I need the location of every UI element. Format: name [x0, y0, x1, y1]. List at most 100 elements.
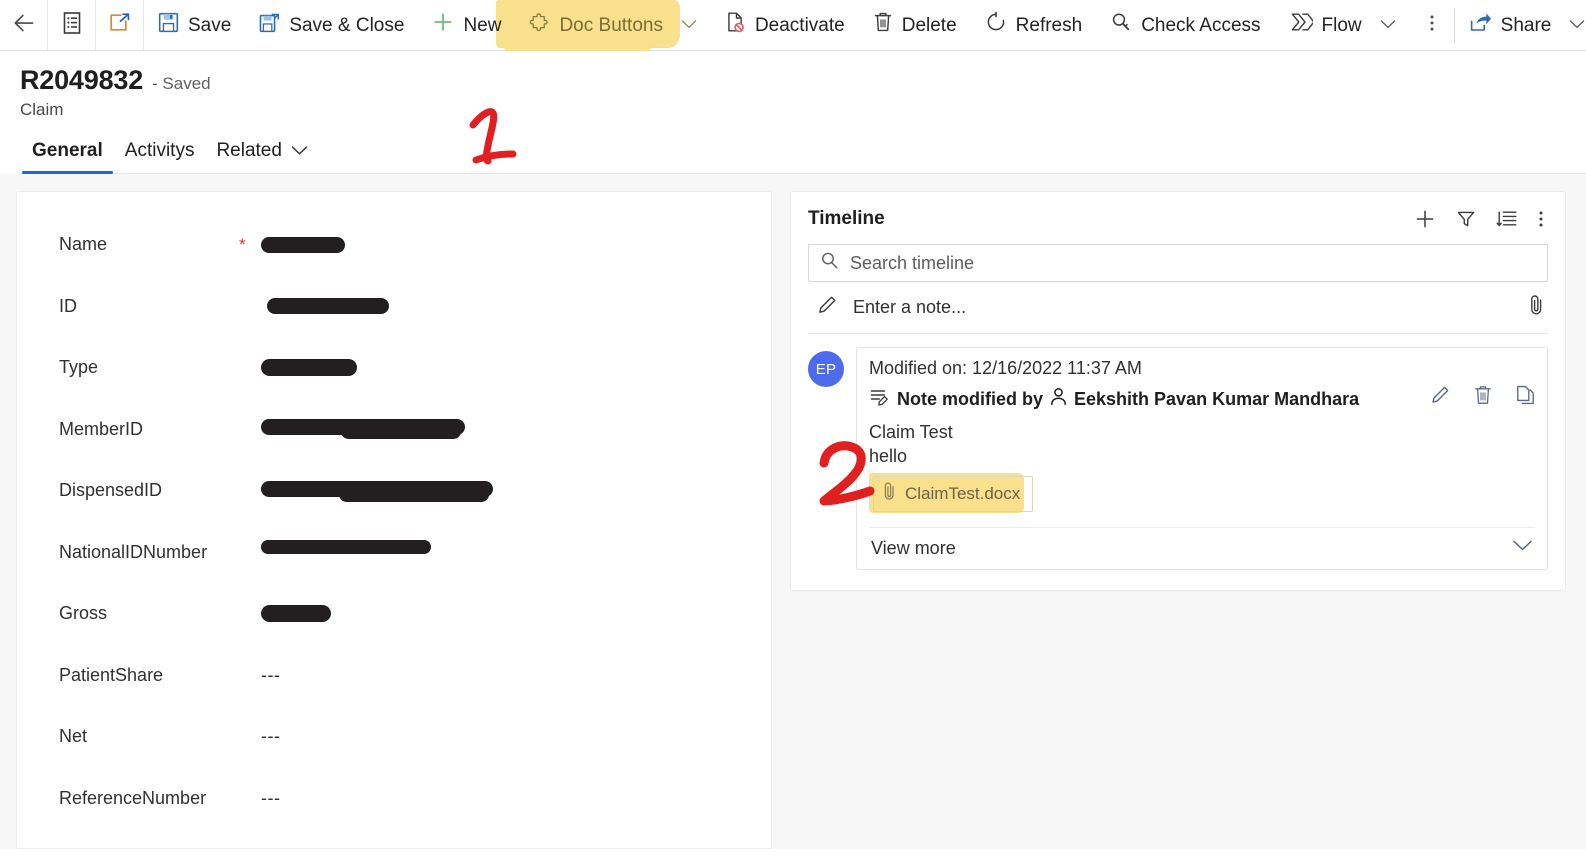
- field-label-patientshare: PatientShare: [59, 664, 164, 685]
- refresh-icon: [985, 11, 1007, 39]
- timeline-entry-footer: View more: [869, 526, 1535, 569]
- trash-icon: [873, 11, 893, 39]
- command-bar-overflow-button[interactable]: [1410, 0, 1454, 50]
- attachment-chip[interactable]: ClaimTest.docx: [873, 475, 1034, 512]
- timeline-header-actions: [1414, 208, 1548, 230]
- save-button-label: Save: [188, 14, 232, 36]
- timeline-create-record-button[interactable]: [1414, 208, 1436, 230]
- timeline-search-input[interactable]: Search timeline: [808, 244, 1548, 282]
- save-and-close-button[interactable]: Save & Close: [245, 0, 418, 50]
- copy-note-button[interactable]: [1515, 384, 1537, 411]
- timeline-panel: Timeline Search timeline Enter a note...…: [790, 191, 1566, 591]
- new-button[interactable]: New: [418, 0, 515, 50]
- tab-activitys-label: Activitys: [124, 140, 195, 161]
- view-more-button[interactable]: View more: [871, 538, 956, 559]
- command-bar-left-group: Save Save & Close New Doc Buttons Deacti…: [0, 0, 1454, 50]
- back-arrow-icon: [11, 10, 37, 41]
- redaction-mark: [261, 604, 331, 622]
- field-row-dispensedid: DispensedID: [17, 460, 771, 522]
- field-value-referencenumber[interactable]: ---: [261, 783, 771, 813]
- tab-general[interactable]: General: [21, 136, 114, 174]
- field-value-gross[interactable]: [261, 599, 771, 629]
- field-label-nationalidnumber: NationalIDNumber: [59, 541, 208, 562]
- field-label-name: Name: [59, 234, 108, 255]
- record-header: R2049832 - Saved Claim General Activitys…: [0, 51, 1586, 174]
- field-value-type[interactable]: [261, 353, 771, 383]
- command-bar: Save Save & Close New Doc Buttons Deacti…: [0, 0, 1586, 52]
- paperclip-icon: [1531, 295, 1542, 315]
- person-icon: [1050, 387, 1067, 411]
- chevron-down-icon: [1513, 541, 1532, 551]
- field-value-text: ---: [261, 787, 281, 808]
- timeline-attachment-wrapper: ClaimTest.docx: [869, 472, 1042, 518]
- edit-note-button[interactable]: [1429, 384, 1451, 411]
- field-value-memberid[interactable]: [261, 414, 771, 444]
- timeline-search-placeholder: Search timeline: [850, 252, 975, 273]
- timeline-more-commands-button[interactable]: [1538, 208, 1544, 230]
- redaction-mark: [261, 236, 345, 253]
- field-label-memberid: MemberID: [59, 418, 144, 439]
- ellipsis-vertical-icon: [1429, 12, 1435, 39]
- paperclip-icon: [883, 481, 896, 507]
- field-row-nationalidnumber: NationalIDNumber: [17, 522, 771, 584]
- field-label-dispensedid: DispensedID: [59, 480, 163, 501]
- check-access-button[interactable]: Check Access: [1096, 0, 1274, 50]
- timeline-note-composer[interactable]: Enter a note...: [808, 282, 1548, 334]
- timeline-sort-button[interactable]: [1496, 209, 1518, 229]
- field-value-net[interactable]: ---: [261, 722, 771, 752]
- field-value-id[interactable]: [261, 291, 771, 321]
- command-bar-right-group: Share: [1453, 0, 1586, 50]
- popout-button[interactable]: [96, 0, 144, 50]
- field-value-nationalidnumber[interactable]: [261, 537, 771, 567]
- share-button-label: Share: [1500, 14, 1552, 36]
- form-list-icon: [61, 11, 83, 40]
- tab-related[interactable]: Related: [205, 136, 319, 173]
- filter-icon: [1457, 211, 1475, 227]
- timeline-entry-user-name: Eekshith Pavan Kumar Mandhara: [1074, 388, 1360, 409]
- chevron-down-icon: [1569, 14, 1585, 36]
- field-label-type: Type: [59, 357, 99, 378]
- attachment-filename: ClaimTest.docx: [905, 483, 1021, 503]
- general-tab-form-section: Name * ID Type MemberID DispensedID Nati…: [16, 191, 772, 849]
- flow-icon: [1289, 11, 1315, 39]
- doc-buttons-button-label: Doc Buttons: [559, 14, 663, 36]
- delete-button[interactable]: Delete: [859, 0, 971, 50]
- chevron-down-icon: [681, 14, 697, 36]
- field-value-dispensedid[interactable]: [261, 476, 771, 506]
- form-selector-button[interactable]: [48, 0, 96, 50]
- attach-file-button[interactable]: [1529, 293, 1544, 322]
- expand-entry-button[interactable]: [1512, 539, 1533, 557]
- timeline-entry-card: Modified on: 12/16/2022 11:37 AM Note mo…: [856, 347, 1548, 570]
- pencil-icon: [1432, 386, 1449, 403]
- flow-button[interactable]: Flow: [1275, 0, 1410, 50]
- timeline-filter-button[interactable]: [1456, 209, 1476, 229]
- note-icon: [869, 386, 890, 412]
- search-icon: [820, 251, 839, 275]
- tab-related-label: Related: [216, 140, 282, 161]
- save-button[interactable]: Save: [144, 0, 245, 50]
- field-value-patientshare[interactable]: ---: [261, 660, 771, 690]
- record-title-row: R2049832 - Saved: [20, 65, 1586, 96]
- field-label-gross: Gross: [59, 603, 108, 624]
- sort-descending-icon: [1496, 211, 1517, 227]
- pop-out-icon: [108, 12, 132, 39]
- doc-buttons-button[interactable]: Doc Buttons: [515, 0, 711, 50]
- share-button[interactable]: Share: [1455, 0, 1586, 50]
- plus-icon: [1416, 210, 1434, 228]
- avatar: EP: [808, 351, 844, 387]
- new-button-label: New: [463, 14, 502, 36]
- plus-icon: [432, 11, 454, 39]
- field-value-name[interactable]: [261, 230, 771, 260]
- back-button[interactable]: [0, 0, 48, 50]
- refresh-button[interactable]: Refresh: [971, 0, 1097, 50]
- chevron-down-icon: [1380, 14, 1396, 36]
- redaction-mark: [261, 540, 431, 555]
- delete-note-button[interactable]: [1473, 384, 1493, 411]
- delete-button-label: Delete: [901, 14, 957, 36]
- field-value-text: ---: [261, 726, 281, 747]
- deactivate-button[interactable]: Deactivate: [711, 0, 859, 50]
- tab-activitys[interactable]: Activitys: [114, 136, 206, 173]
- required-indicator: *: [239, 235, 246, 255]
- timeline-entry-body: hello: [869, 445, 908, 466]
- field-label-referencenumber: ReferenceNumber: [59, 787, 207, 808]
